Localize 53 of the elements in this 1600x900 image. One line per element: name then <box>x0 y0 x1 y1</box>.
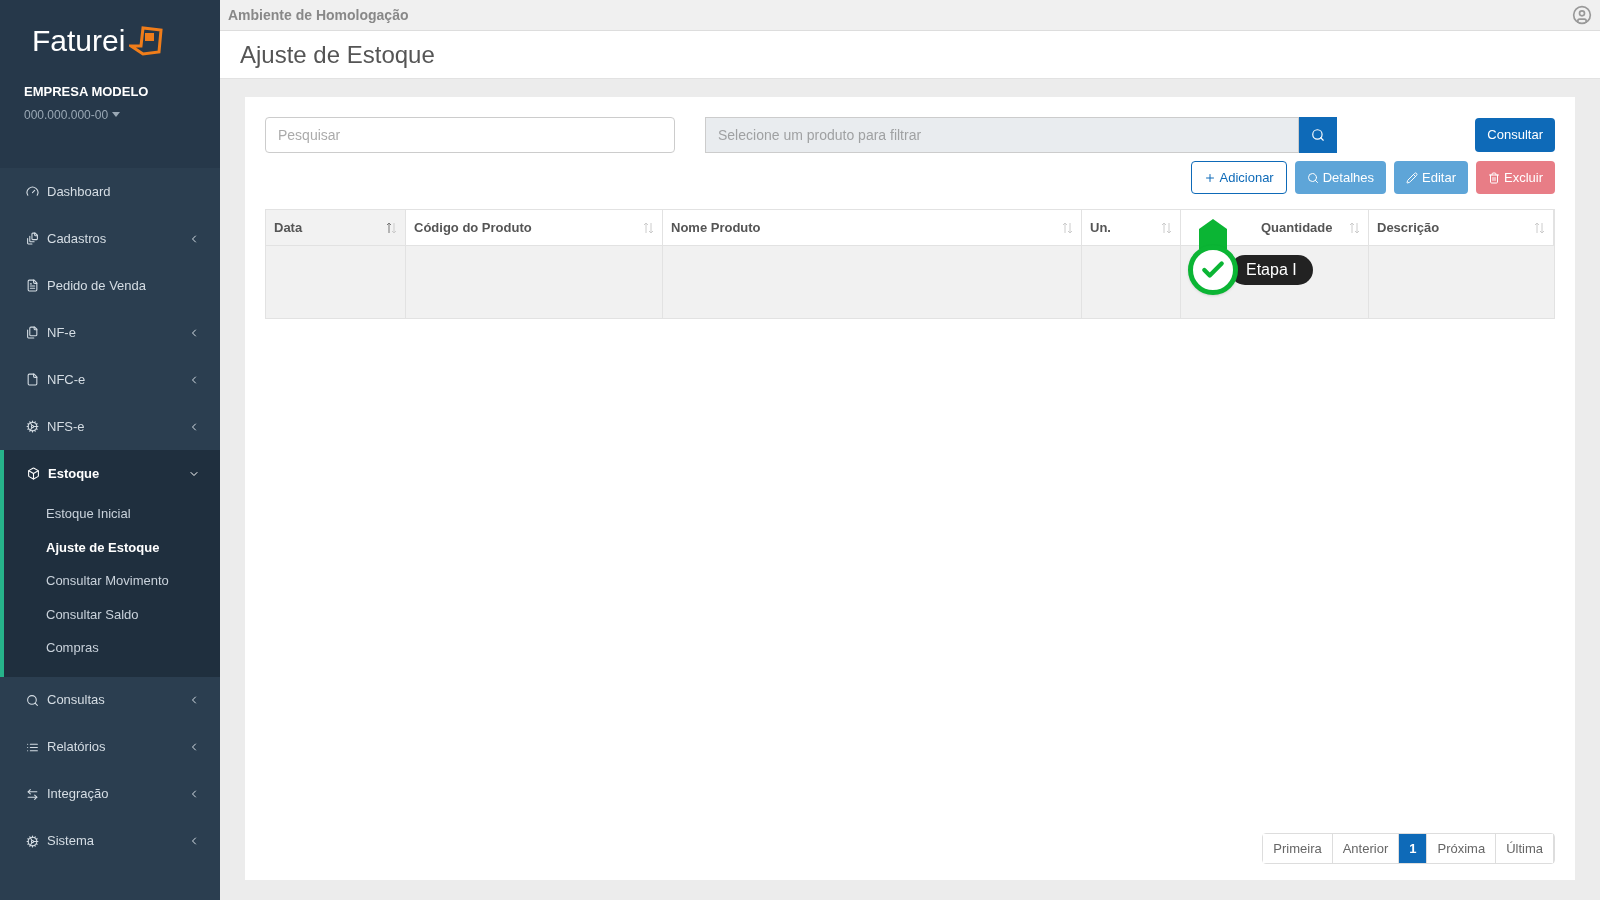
documents-icon <box>26 326 39 339</box>
environment-label: Ambiente de Homologação <box>228 5 409 25</box>
pagination-link[interactable]: Primeira <box>1263 834 1333 863</box>
sidebar-item[interactable]: Integração <box>0 770 220 818</box>
search-button[interactable] <box>1299 117 1337 153</box>
consult-button[interactable]: Consultar <box>1475 118 1555 152</box>
sidebar-item[interactable]: Pedido de Venda <box>0 262 220 309</box>
sidebar-item[interactable]: Relatórios <box>0 723 220 771</box>
pagination-link[interactable]: 1 <box>1399 834 1428 863</box>
search-field[interactable]: Pesquisar <box>265 117 675 153</box>
logo-text: Faturei <box>32 26 126 56</box>
sidebar-item[interactable]: Estoque <box>4 450 220 497</box>
sidebar-item[interactable]: Dashboard <box>0 168 220 215</box>
column-header[interactable]: Data <box>266 210 406 245</box>
plus-icon <box>1203 171 1216 184</box>
sort-icon <box>1534 221 1545 234</box>
gear-icon <box>26 834 39 848</box>
logo-icon <box>129 24 164 58</box>
pencil-icon <box>1406 171 1418 184</box>
page-title: Ajuste de Estoque <box>240 39 435 70</box>
search-icon <box>1306 171 1319 184</box>
sidebar-item[interactable]: Cadastros <box>0 215 220 262</box>
arrows-icon <box>26 787 39 801</box>
submenu-item[interactable]: Ajuste de Estoque <box>4 530 220 564</box>
gear-icon <box>26 420 39 433</box>
gauge-icon <box>26 185 39 198</box>
product-filter-field[interactable]: Selecione um produto para filtrar <box>705 117 1299 153</box>
sort-icon <box>643 221 654 234</box>
document-icon <box>26 279 39 292</box>
add-button[interactable]: Adicionar <box>1190 161 1287 194</box>
sort-icon <box>1062 221 1073 234</box>
sort-icon <box>386 221 397 234</box>
sidebar-item[interactable]: Sistema <box>0 817 220 865</box>
trash-icon <box>1488 171 1500 184</box>
submenu-item[interactable]: Consultar Movimento <box>4 564 220 598</box>
submenu-item[interactable]: Consultar Saldo <box>4 597 220 631</box>
search-icon <box>26 693 39 707</box>
box-icon <box>27 467 40 480</box>
sort-icon <box>1161 221 1172 234</box>
sort-icon <box>1349 221 1360 234</box>
documents-icon <box>26 232 39 245</box>
document-icon <box>26 373 39 386</box>
caret-icon <box>112 112 121 117</box>
submenu-item[interactable]: Estoque Inicial <box>4 497 220 531</box>
sidebar-item[interactable]: NFS-e <box>0 403 220 450</box>
company-document[interactable]: 000.000.000-00 <box>24 105 109 124</box>
sidebar-item[interactable]: NFC-e <box>0 356 220 403</box>
user-icon[interactable] <box>1572 5 1592 25</box>
search-icon <box>1311 128 1325 142</box>
sidebar-item[interactable]: Consultas <box>0 676 220 724</box>
sidebar-item[interactable]: NF-e <box>0 309 220 356</box>
company-name: EMPRESA MODELO <box>24 83 150 101</box>
submenu-item[interactable]: Compras <box>4 631 220 665</box>
